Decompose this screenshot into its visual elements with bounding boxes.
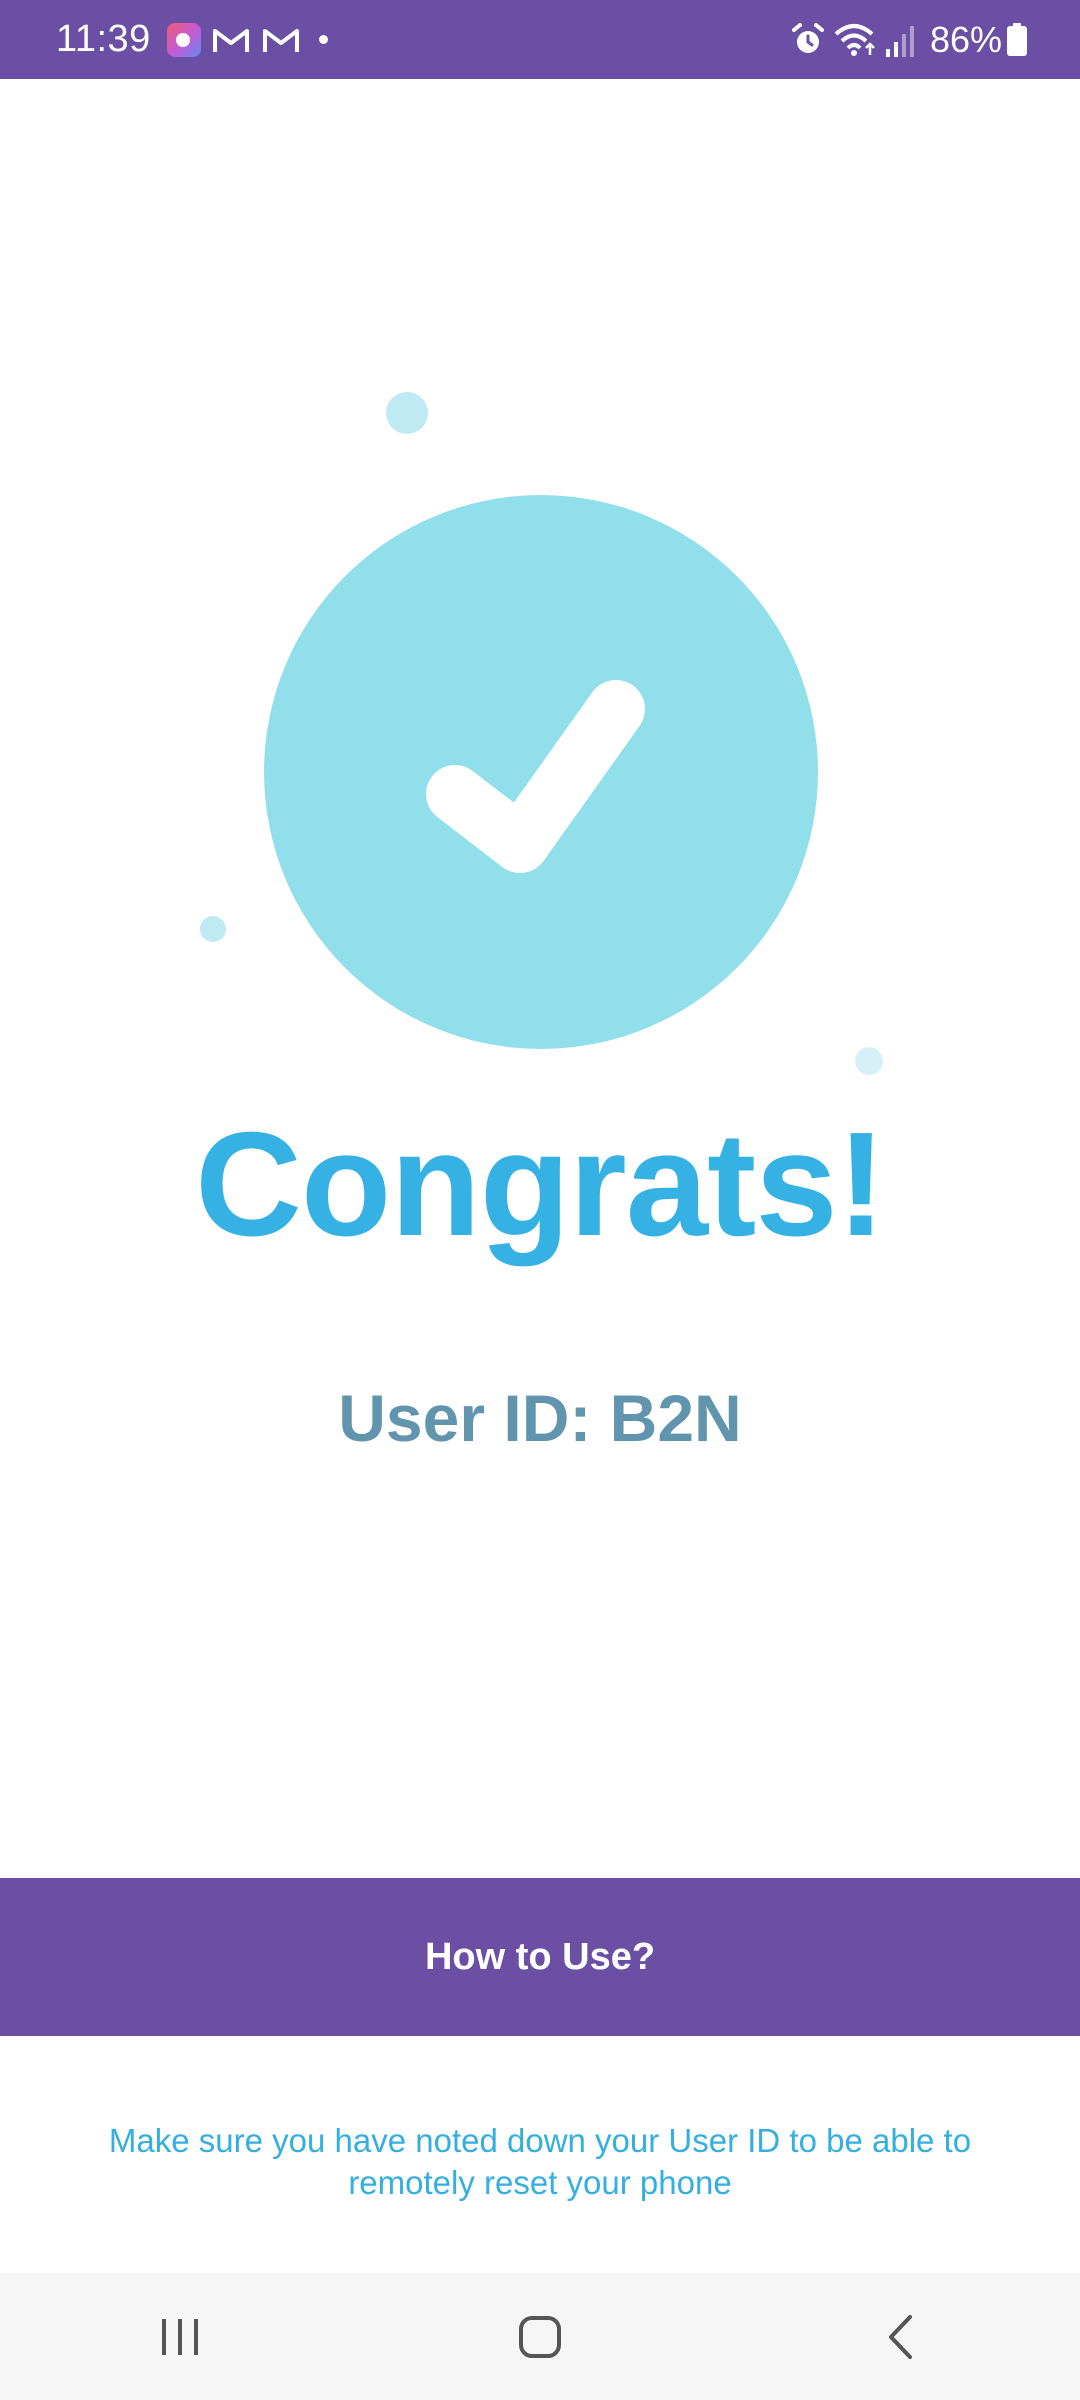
congrats-heading: Congrats! (195, 1102, 886, 1267)
recent-apps-button[interactable] (120, 2287, 240, 2387)
user-id-label: User ID: B2N (338, 1381, 742, 1455)
system-nav-bar (0, 2273, 1080, 2400)
success-illustration (0, 79, 1080, 1079)
dot-icon (318, 35, 328, 44)
status-left: 11:39 (56, 18, 328, 61)
decorative-bubble (855, 1047, 883, 1075)
decorative-bubble (386, 392, 428, 434)
app-notification-icon (166, 22, 201, 57)
battery-percentage: 86% (929, 18, 1002, 60)
status-right: 86% (790, 19, 1028, 61)
back-button[interactable] (840, 2287, 960, 2387)
wifi-icon (834, 23, 875, 56)
user-id-note: Make sure you have noted down your User … (108, 2122, 972, 2201)
recent-apps-icon (162, 2318, 198, 2355)
back-icon (889, 2314, 912, 2359)
success-circle (264, 495, 818, 1049)
home-icon (519, 2315, 561, 2358)
screen: 11:39 86% Congrats! User ID: B2N How to … (0, 0, 1080, 2400)
decorative-bubble (200, 916, 226, 942)
battery-icon (1007, 22, 1027, 56)
alarm-icon (791, 22, 824, 53)
how-to-use-label: How to Use? (424, 1935, 656, 1978)
home-button[interactable] (480, 2287, 600, 2387)
how-to-use-button[interactable]: How to Use? (0, 1878, 1080, 2036)
checkmark-icon (426, 680, 645, 873)
status-bar: 11:39 86% (0, 0, 1080, 79)
gmail-icon (212, 28, 249, 52)
status-time: 11:39 (56, 18, 151, 60)
gmail-icon (262, 28, 299, 52)
signal-icon (885, 25, 914, 57)
